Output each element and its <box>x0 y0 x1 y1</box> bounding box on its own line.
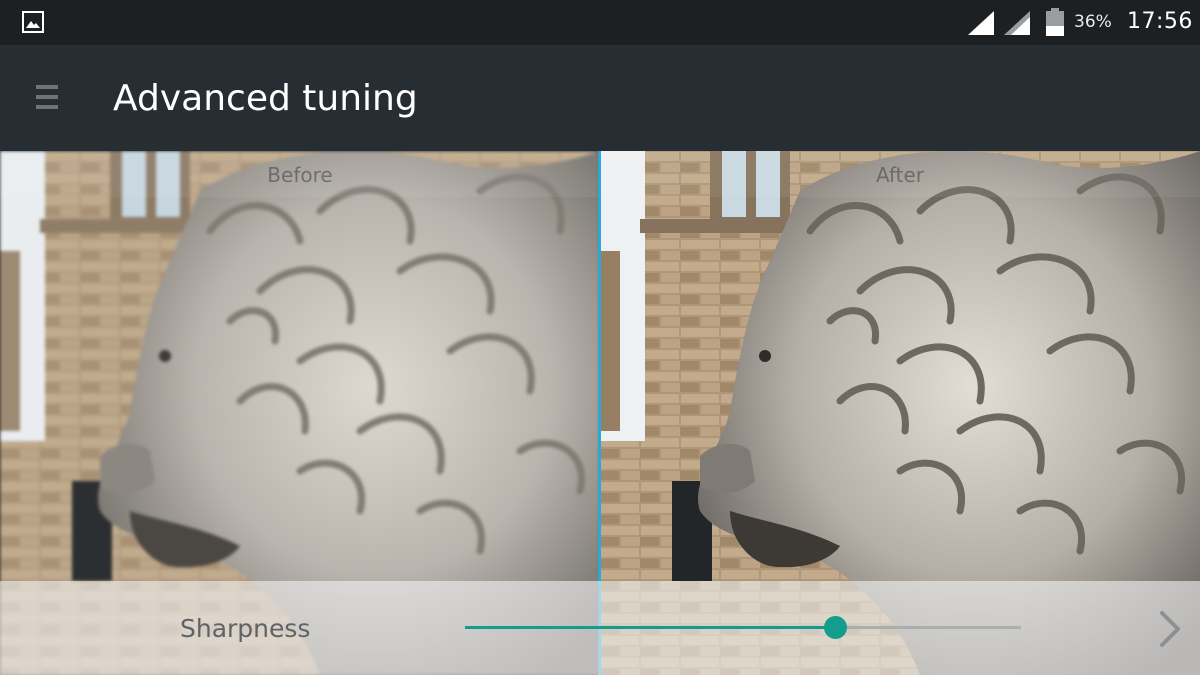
sharpness-slider[interactable] <box>465 615 1021 641</box>
comparison-view: Before After Sharpness <box>0 151 1200 675</box>
menu-icon[interactable] <box>36 85 58 113</box>
before-label: Before <box>267 163 333 187</box>
battery-icon <box>1046 8 1064 36</box>
page-title: Advanced tuning <box>113 78 418 119</box>
control-bar: Sharpness <box>0 581 1200 675</box>
signal-icon <box>1004 11 1030 35</box>
clock: 17:56 <box>1127 9 1193 34</box>
slider-thumb[interactable] <box>824 616 847 639</box>
app-bar: Advanced tuning <box>0 45 1200 151</box>
signal-icon <box>968 11 994 35</box>
chevron-right-icon[interactable] <box>1156 609 1184 649</box>
sharpness-label: Sharpness <box>180 614 311 643</box>
after-label: After <box>875 163 925 187</box>
gallery-icon <box>22 11 44 33</box>
slider-fill <box>465 626 835 629</box>
status-bar: 36% 17:56 <box>0 0 1200 45</box>
battery-percent: 36% <box>1074 12 1112 32</box>
